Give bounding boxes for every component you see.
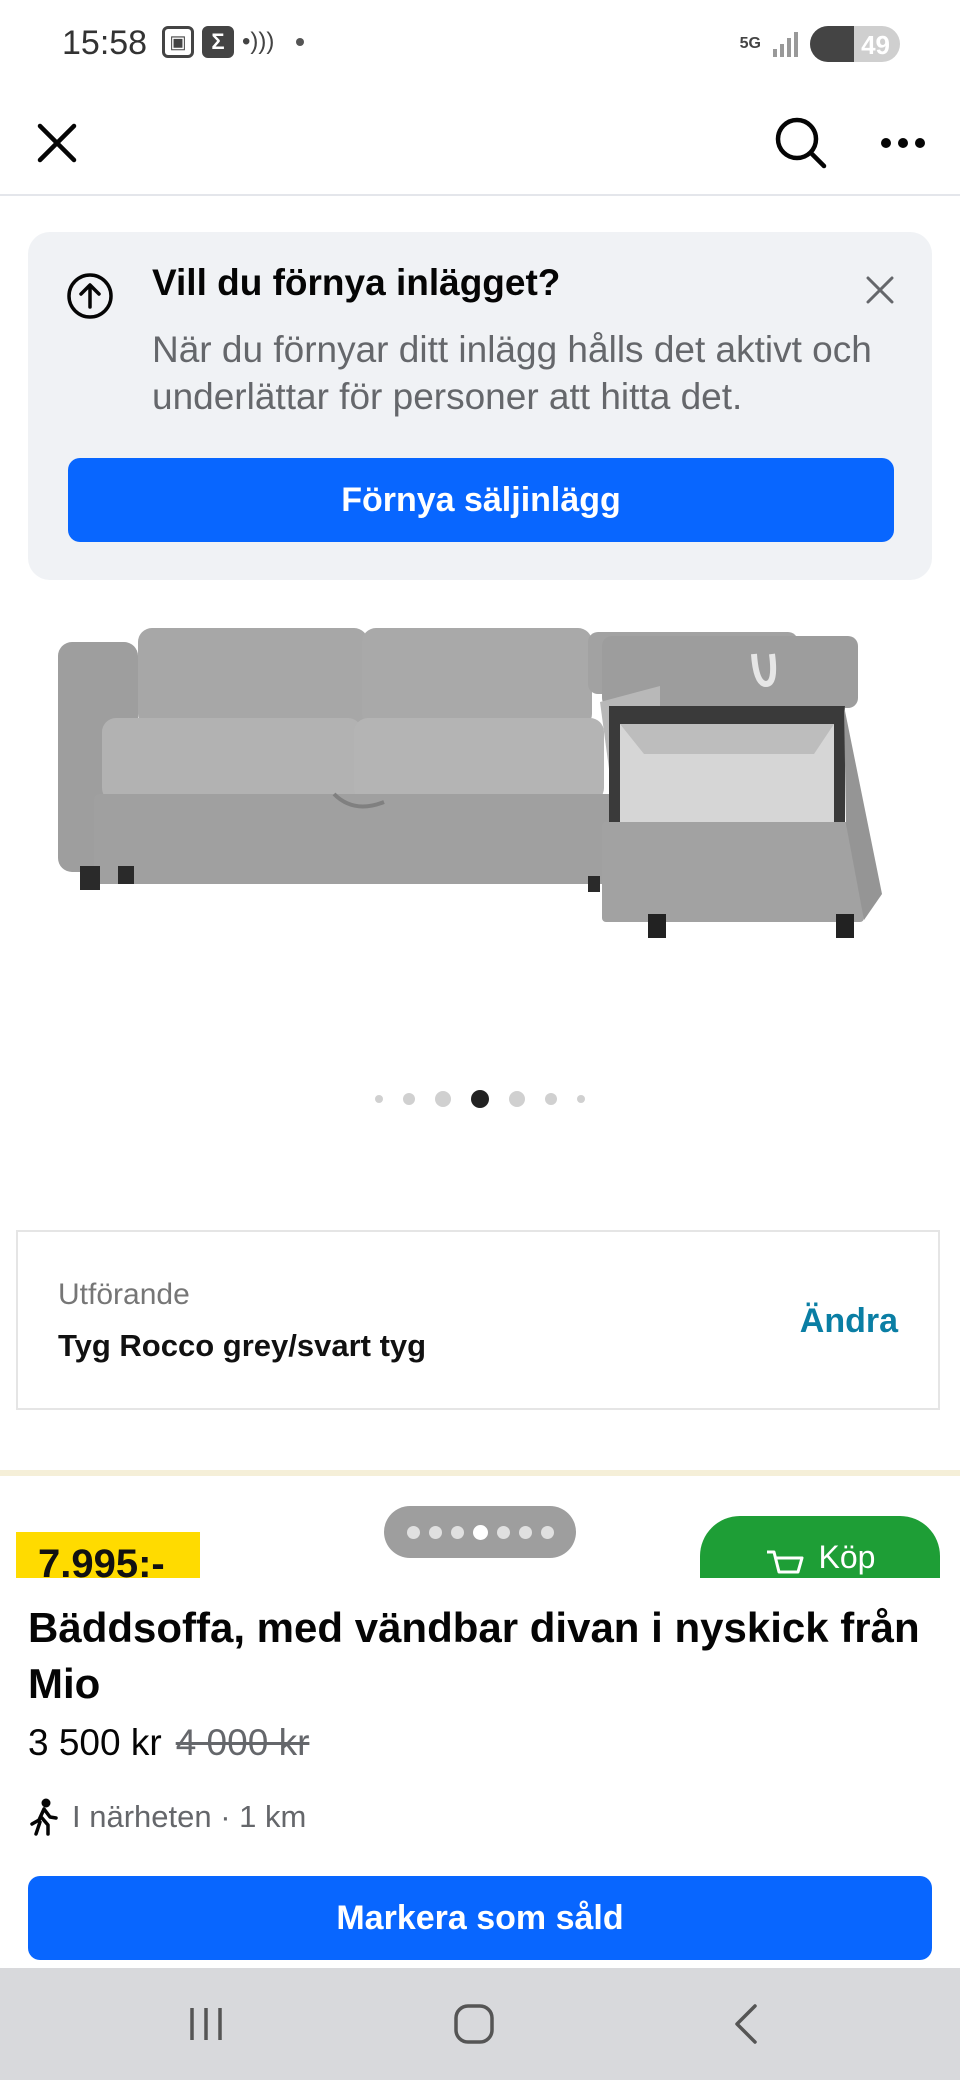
listing-photo[interactable]: Utförande Tyg Rocco grey/svart tyg Ändra [0, 600, 960, 1480]
carousel-dot [577, 1095, 585, 1103]
walking-person-icon [30, 1798, 58, 1836]
photo-price-tag: 7.995:- [16, 1532, 200, 1578]
back-chevron-icon [735, 2004, 757, 2044]
listing-title: Bäddsoffa, med vändbar divan i nyskick f… [28, 1604, 920, 1707]
arrow-up-circle-icon [64, 270, 116, 327]
photo-buy-button: Köp [700, 1516, 940, 1578]
mark-as-sold-button[interactable]: Markera som såld [28, 1876, 932, 1960]
battery-level [810, 26, 855, 62]
recent-apps-icon [190, 2008, 222, 2040]
listing-price-row: 3 500 kr 4 000 kr [28, 1722, 309, 1764]
image-counter-dot [406, 1525, 420, 1539]
listing-price: 3 500 kr [28, 1722, 162, 1763]
notification-icons: ▣ Σ •))) [162, 26, 305, 58]
home-button[interactable] [444, 1998, 504, 2050]
variant-selector: Utförande Tyg Rocco grey/svart tyg Ändra [16, 1230, 940, 1410]
battery-icon: 49 [810, 26, 900, 62]
close-icon [37, 123, 77, 163]
nfc-icon: •))) [242, 28, 275, 55]
carousel-dot [545, 1093, 557, 1105]
carousel-dot [509, 1091, 525, 1107]
cart-icon [766, 1550, 804, 1574]
change-variant-link[interactable]: Ändra [800, 1302, 898, 1341]
listing-distance: I närheten · 1 km [28, 1798, 306, 1836]
distance-text: I närheten · 1 km [72, 1799, 307, 1834]
renew-title: Vill du förnya inlägget? [152, 262, 561, 303]
more-options-button[interactable] [866, 106, 940, 180]
carousel-dot [403, 1093, 415, 1105]
home-icon [454, 2004, 494, 2044]
carousel-dot-active [471, 1090, 489, 1108]
sofa-image [58, 628, 882, 938]
close-button[interactable] [20, 106, 94, 180]
photo-buy-label: Köp [818, 1539, 876, 1575]
image-counter-dot [540, 1525, 554, 1539]
photo-carousel-indicator [0, 1090, 960, 1108]
search-icon [775, 117, 827, 169]
search-button[interactable] [764, 106, 838, 180]
variant-value: Tyg Rocco grey/svart tyg [58, 1328, 427, 1363]
more-notifications-dot [296, 38, 305, 46]
image-counter-dot-active [472, 1524, 488, 1540]
photo-divider [0, 1470, 960, 1476]
image-counter-dot [518, 1525, 532, 1539]
battery-text: 49 [861, 30, 890, 60]
signal-icon [773, 31, 798, 57]
image-counter-dot [496, 1525, 510, 1539]
network-type-icon: 5G [739, 35, 761, 52]
close-icon [866, 276, 894, 304]
image-counter-dot [428, 1525, 442, 1539]
photo-price-tag-text: 7.995:- [38, 1542, 165, 1578]
image-counter-pill [384, 1506, 576, 1558]
variant-label: Utförande [58, 1278, 190, 1311]
renew-listing-button[interactable]: Förnya säljinlägg [68, 458, 894, 542]
renew-description: När du förnyar ditt inlägg hålls det akt… [152, 329, 872, 417]
top-nav [0, 92, 960, 196]
status-bar: 15:58 ▣ Σ •))) 5G 49 [0, 0, 960, 92]
more-horizontal-icon [881, 138, 925, 148]
screenshot-icon: ▣ [162, 26, 194, 58]
carousel-dot [375, 1095, 383, 1103]
status-right: 5G 49 [740, 26, 900, 62]
sigma-app-icon: Σ [202, 26, 234, 58]
carousel-dot [435, 1091, 451, 1107]
listing-original-price: 4 000 kr [175, 1722, 310, 1763]
recent-apps-button[interactable] [176, 1998, 236, 2050]
back-button[interactable] [716, 1998, 776, 2050]
dismiss-renew-button[interactable] [856, 266, 904, 314]
renew-listing-card: Vill du förnya inlägget? När du förnyar … [28, 232, 932, 580]
system-nav-bar [0, 1968, 960, 2080]
status-time: 15:58 [62, 24, 148, 62]
image-counter-dot [450, 1525, 464, 1539]
